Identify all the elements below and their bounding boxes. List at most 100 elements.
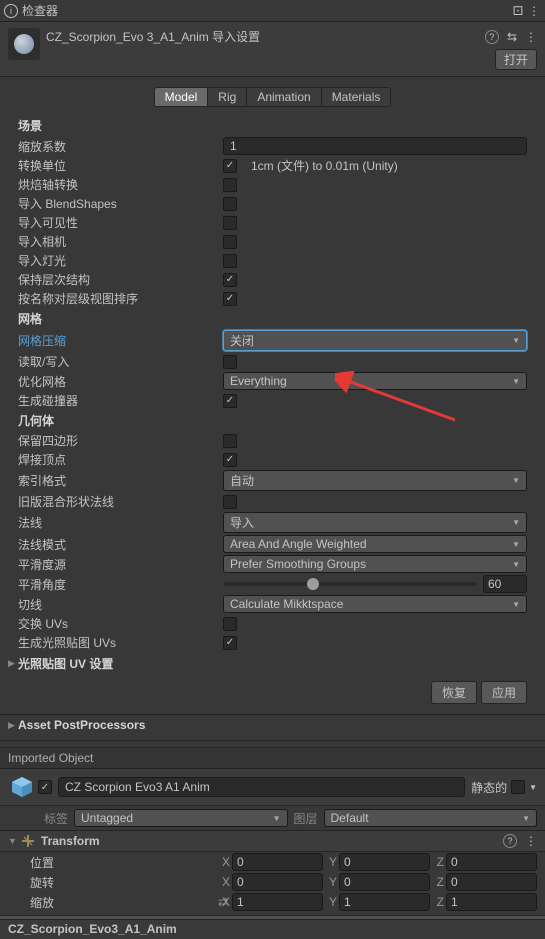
scale-y-input[interactable]: 1 [339,893,430,911]
transform-icon [21,834,35,848]
tab-materials[interactable]: Materials [321,87,392,107]
chevron-down-icon: ▼ [516,814,530,823]
read-write-checkbox[interactable] [223,355,237,369]
keep-quads-checkbox[interactable] [223,434,237,448]
weld-vertices-label: 焊接顶点 [18,451,223,468]
scale-factor-label: 缩放系数 [18,138,223,155]
rotation-z-input[interactable]: 0 [446,873,537,891]
section-mesh: 网格 [0,308,545,329]
chevron-down-icon: ▼ [512,377,520,386]
generate-lightmap-uvs-label: 生成光照贴图 UVs [18,634,223,651]
chevron-down-icon: ▼ [267,814,281,823]
inspector-panel-header: i 检查器 ⚀ ⋮ [0,0,545,22]
scale-factor-input[interactable]: 1 [223,137,527,155]
convert-units-text: 1cm (文件) to 0.01m (Unity) [251,157,398,174]
gameobject-enabled-checkbox[interactable]: ✓ [38,780,52,794]
read-write-label: 读取/写入 [18,353,223,370]
chevron-down-icon: ▼ [512,476,520,485]
rotation-x-input[interactable]: 0 [232,873,323,891]
asset-header: CZ_Scorpion_Evo 3_A1_Anim 导入设置 ? ⇆ ⋮ 打开 [0,22,545,77]
position-y-input[interactable]: 0 [339,853,430,871]
import-blendshapes-label: 导入 BlendShapes [18,195,223,212]
generate-colliders-checkbox[interactable]: ✓ [223,394,237,408]
import-blendshapes-checkbox[interactable] [223,197,237,211]
layer-label: 图层 [294,810,318,827]
tab-rig[interactable]: Rig [207,87,247,107]
bake-axis-label: 烘焙轴转换 [18,176,223,193]
normals-dropdown[interactable]: 导入▼ [223,512,527,533]
import-lights-checkbox[interactable] [223,254,237,268]
generate-colliders-label: 生成碰撞器 [18,392,223,409]
legacy-blend-label: 旧版混合形状法线 [18,493,223,510]
bake-axis-checkbox[interactable] [223,178,237,192]
apply-button[interactable]: 应用 [481,681,527,704]
preset-icon[interactable]: ⇆ [507,30,517,44]
position-x-input[interactable]: 0 [232,853,323,871]
open-button[interactable]: 打开 [495,49,537,70]
tag-dropdown[interactable]: Untagged▼ [74,809,287,827]
asset-postprocessors-foldout[interactable]: ▶Asset PostProcessors [0,715,545,741]
optimize-mesh-dropdown[interactable]: Everything▼ [223,372,527,390]
import-visibility-checkbox[interactable] [223,216,237,230]
rotation-y-input[interactable]: 0 [339,873,430,891]
scale-label: 缩放 [30,894,216,911]
position-z-input[interactable]: 0 [446,853,537,871]
smoothness-source-dropdown[interactable]: Prefer Smoothing Groups▼ [223,555,527,573]
smoothness-source-label: 平滑度源 [18,556,223,573]
tag-label: 标签 [44,810,68,827]
help-icon[interactable]: ? [485,30,499,44]
chevron-down-icon: ▼ [512,518,520,527]
normals-label: 法线 [18,514,223,531]
tangents-label: 切线 [18,596,223,613]
imported-object-header: Imported Object [0,747,545,769]
menu-icon[interactable]: ⋮ [525,30,537,44]
sort-hierarchy-checkbox[interactable]: ✓ [223,292,237,306]
tab-model[interactable]: Model [154,87,209,107]
rotation-label: 旋转 [30,874,216,891]
sort-hierarchy-label: 按名称对层级视图排序 [18,290,223,307]
panel-title: 检查器 [22,2,509,19]
tab-animation[interactable]: Animation [246,87,321,107]
normals-mode-label: 法线模式 [18,536,223,553]
swap-uvs-checkbox[interactable] [223,617,237,631]
chevron-down-icon: ▼ [512,540,520,549]
swap-uvs-label: 交换 UVs [18,615,223,632]
keep-quads-label: 保留四边形 [18,432,223,449]
generate-lightmap-uvs-checkbox[interactable]: ✓ [223,636,237,650]
section-scene: 场景 [0,115,545,136]
asset-thumbnail [8,28,40,60]
convert-units-checkbox[interactable]: ✓ [223,159,237,173]
legacy-blend-checkbox[interactable] [223,495,237,509]
smoothing-angle-input[interactable]: 60 [483,575,527,593]
gameobject-name-input[interactable]: CZ Scorpion Evo3 A1 Anim [58,777,465,797]
preserve-hierarchy-label: 保持层次结构 [18,271,223,288]
transform-component-header[interactable]: ▼ Transform ? ⋮ [0,831,545,852]
convert-units-label: 转换单位 [18,157,223,174]
layer-dropdown[interactable]: Default▼ [324,809,537,827]
scale-x-input[interactable]: 1 [232,893,323,911]
preserve-hierarchy-checkbox[interactable]: ✓ [223,273,237,287]
scale-z-input[interactable]: 1 [446,893,537,911]
lightmap-uv-foldout[interactable]: ▶光照贴图 UV 设置 [0,652,545,675]
triangle-right-icon: ▶ [8,720,18,731]
import-lights-label: 导入灯光 [18,252,223,269]
preview-footer[interactable]: CZ_Scorpion_Evo3_A1_Anim [0,919,545,939]
import-cameras-checkbox[interactable] [223,235,237,249]
smoothing-angle-slider[interactable] [223,582,477,586]
position-label: 位置 [30,854,216,871]
tangents-dropdown[interactable]: Calculate Mikktspace▼ [223,595,527,613]
help-icon[interactable]: ? [503,834,517,848]
menu-icon[interactable]: ⋮ [527,4,541,18]
revert-button[interactable]: 恢复 [431,681,477,704]
menu-icon[interactable]: ⋮ [525,834,537,848]
import-visibility-label: 导入可见性 [18,214,223,231]
mesh-compression-dropdown[interactable]: 关闭▼ [223,330,527,351]
lock-icon[interactable]: ⚀ [511,4,525,18]
static-dropdown-caret[interactable]: ▼ [529,783,537,792]
static-checkbox[interactable] [511,780,525,794]
normals-mode-dropdown[interactable]: Area And Angle Weighted▼ [223,535,527,553]
weld-vertices-checkbox[interactable]: ✓ [223,453,237,467]
triangle-down-icon: ▼ [8,836,17,846]
chevron-down-icon: ▼ [512,336,520,345]
index-format-dropdown[interactable]: 自动▼ [223,470,527,491]
